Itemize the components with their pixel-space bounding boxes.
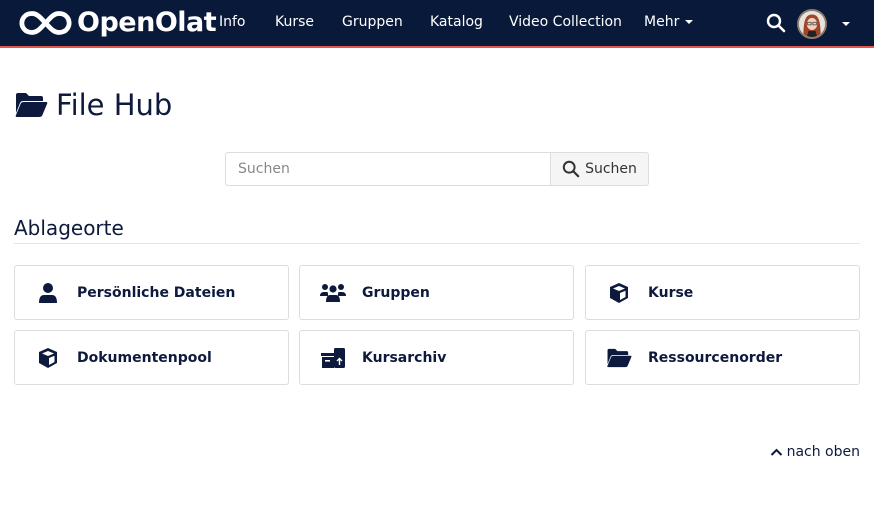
- page-header: File Hub: [14, 88, 172, 122]
- caret-down-icon: [685, 20, 694, 24]
- brand-logo[interactable]: OpenOlat: [19, 7, 217, 38]
- nav-kurse[interactable]: Kurse: [275, 14, 314, 30]
- tile-dokumentenpool[interactable]: Dokumentenpool: [14, 330, 289, 385]
- tile-gruppen[interactable]: Gruppen: [299, 265, 574, 320]
- search-icon: [562, 160, 580, 178]
- tile-label: Ressourcenorder: [648, 349, 783, 366]
- search-button-label: Suchen: [585, 161, 637, 177]
- tile-persoenliche-dateien[interactable]: Persönliche Dateien: [14, 265, 289, 320]
- nav-video-collection[interactable]: Video Collection: [509, 14, 622, 30]
- search-button[interactable]: Suchen: [550, 152, 649, 186]
- nav-info[interactable]: Info: [219, 14, 246, 30]
- back-to-top-label: nach oben: [786, 444, 860, 460]
- nav-mehr-label: Mehr: [644, 14, 680, 30]
- tile-kurse[interactable]: Kurse: [585, 265, 860, 320]
- tile-label: Gruppen: [362, 284, 430, 301]
- user-menu-caret-icon[interactable]: [842, 22, 850, 26]
- tile-label: Dokumentenpool: [77, 349, 212, 366]
- archive-icon: [321, 347, 345, 368]
- search-form: Suchen: [225, 152, 649, 186]
- tile-ressourcenorder[interactable]: Ressourcenorder: [585, 330, 860, 385]
- nav-mehr[interactable]: Mehr: [644, 14, 694, 30]
- user-icon: [39, 282, 57, 303]
- users-icon: [320, 283, 346, 302]
- tile-label: Kurse: [648, 284, 694, 301]
- nav-katalog[interactable]: Katalog: [430, 14, 483, 30]
- search-input[interactable]: [225, 152, 550, 186]
- avatar[interactable]: [797, 9, 827, 39]
- folder-open-icon: [15, 93, 48, 117]
- cube-icon: [39, 347, 57, 368]
- search-icon[interactable]: [766, 13, 786, 33]
- back-to-top-link[interactable]: nach oben: [770, 444, 860, 460]
- folder-open-icon: [607, 348, 632, 367]
- tile-label: Kursarchiv: [362, 349, 447, 366]
- tile-kursarchiv[interactable]: Kursarchiv: [299, 330, 574, 385]
- user-avatar-image: [799, 11, 825, 37]
- section-title: Ablageorte: [14, 216, 860, 244]
- page-title: File Hub: [56, 88, 173, 122]
- top-navbar: OpenOlat Info Kurse Gruppen Katalog Vide…: [0, 0, 874, 48]
- nav-gruppen[interactable]: Gruppen: [342, 14, 403, 30]
- infinity-logo-icon: [19, 10, 72, 35]
- tile-label: Persönliche Dateien: [77, 284, 236, 301]
- cube-icon: [610, 282, 628, 303]
- chevron-up-icon: [770, 448, 782, 456]
- brand-name: OpenOlat: [77, 7, 217, 38]
